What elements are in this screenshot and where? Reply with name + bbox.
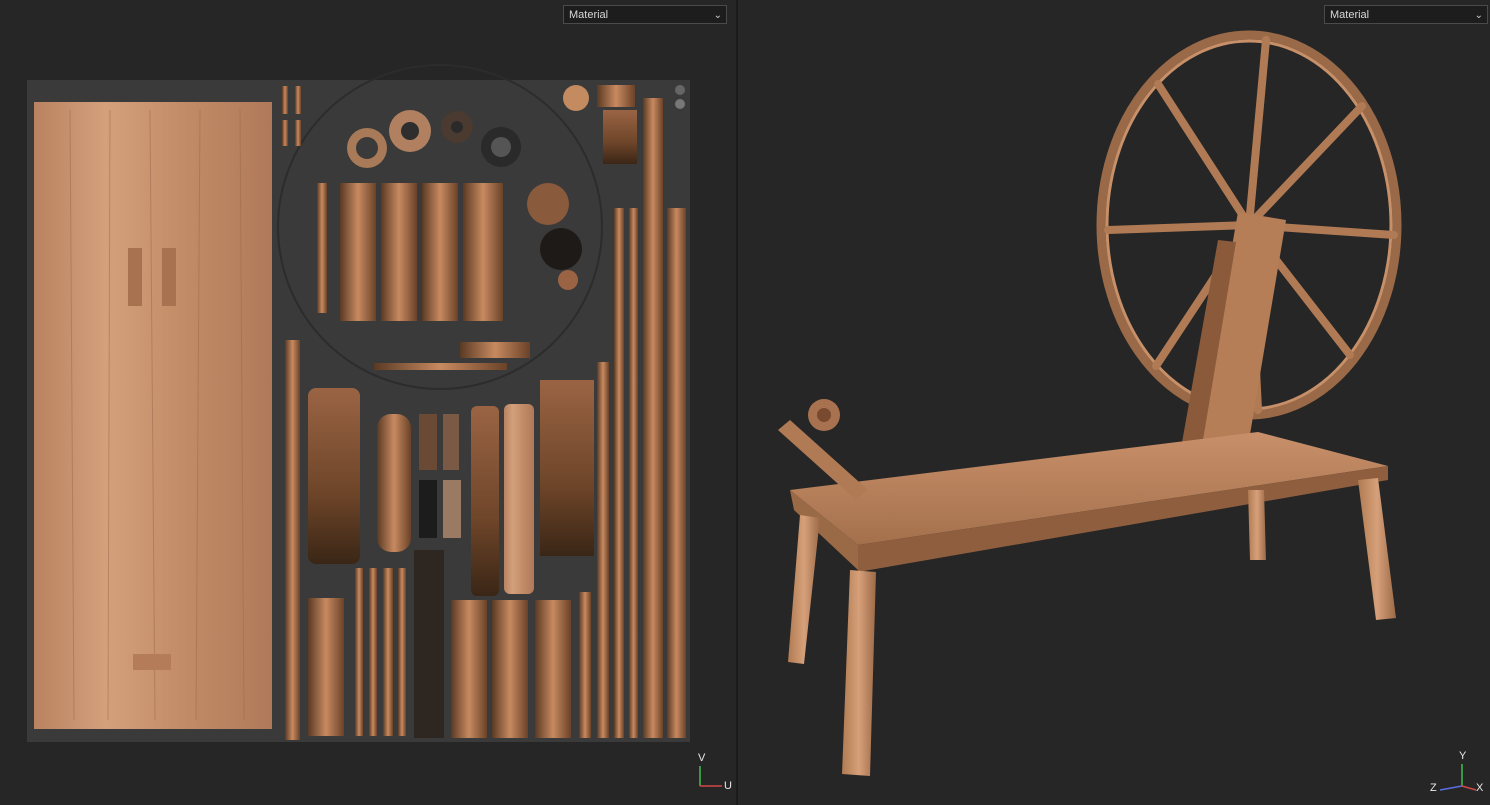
chevron-down-icon: ⌄ — [1474, 10, 1483, 21]
uv-viewport[interactable]: Material ⌄ V U — [0, 0, 736, 805]
u-axis-label: U — [724, 780, 732, 792]
z-axis-label: Z — [1430, 782, 1437, 794]
material-select[interactable]: Material ⌄ — [563, 5, 727, 24]
y-axis-label: Y — [1459, 750, 1467, 762]
v-axis-label: V — [698, 752, 706, 764]
material-select-value: Material — [1330, 9, 1370, 21]
3d-viewport[interactable]: Material ⌄ Y Z X — [738, 0, 1490, 805]
chevron-down-icon: ⌄ — [713, 10, 722, 21]
uv-texture-map — [27, 64, 690, 742]
spinning-wheel-model — [778, 30, 1402, 776]
material-select[interactable]: Material ⌄ — [1324, 5, 1488, 24]
material-select-value: Material — [569, 9, 609, 21]
x-axis-label: X — [1476, 782, 1484, 794]
